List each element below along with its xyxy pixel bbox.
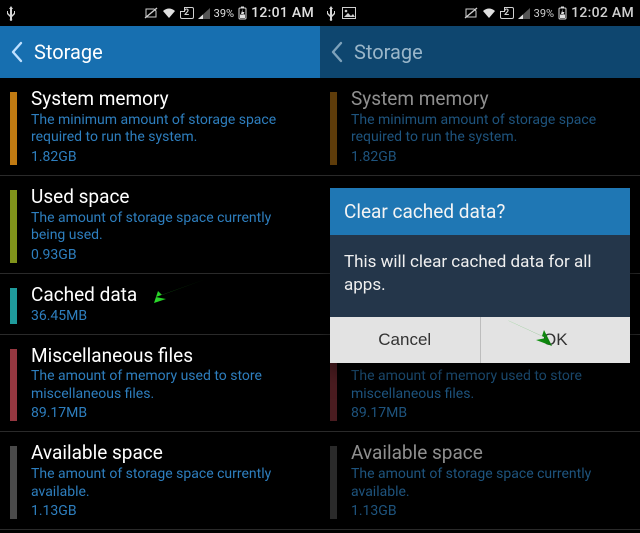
storage-list: System memory The minimum amount of stor… xyxy=(0,78,320,530)
cancel-button[interactable]: Cancel xyxy=(330,317,480,363)
row-system-memory[interactable]: System memory The minimum amount of stor… xyxy=(320,78,640,176)
sim-slot-icon: 2 xyxy=(180,7,194,19)
row-title: Available space xyxy=(31,442,308,464)
usb-icon xyxy=(326,5,336,21)
row-size: 1.82GB xyxy=(351,149,628,165)
status-bar: 2 39% 12:01 AM xyxy=(0,0,320,26)
sim-number: 2 xyxy=(504,8,509,18)
page-title: Storage xyxy=(354,40,423,64)
signal-icon xyxy=(518,8,530,19)
row-size: 89.17MB xyxy=(31,405,308,421)
usb-icon xyxy=(6,5,16,21)
back-icon[interactable] xyxy=(10,41,24,63)
swatch-avail xyxy=(330,446,337,519)
dialog-buttons: Cancel OK xyxy=(330,317,630,363)
wifi-icon xyxy=(162,8,176,19)
row-size: 0.93GB xyxy=(31,247,308,263)
swatch-used xyxy=(10,190,17,263)
row-desc: The amount of storage space currently be… xyxy=(31,210,308,245)
swatch-misc xyxy=(10,349,17,422)
sim-slot-icon: 2 xyxy=(500,7,514,19)
row-size: 1.13GB xyxy=(31,503,308,519)
swatch-cached xyxy=(10,288,17,324)
row-title: Available space xyxy=(351,442,628,464)
row-size: 89.17MB xyxy=(351,405,628,421)
row-title: System memory xyxy=(31,88,308,110)
swatch-avail xyxy=(10,446,17,519)
row-available-space[interactable]: Available space The amount of storage sp… xyxy=(0,432,320,530)
clear-cache-dialog: Clear cached data? This will clear cache… xyxy=(330,188,630,363)
row-desc: The amount of memory used to store misce… xyxy=(351,368,628,403)
back-icon[interactable] xyxy=(330,41,344,63)
row-size: 1.82GB xyxy=(31,149,308,165)
row-desc: The amount of storage space currently av… xyxy=(351,466,628,501)
app-header: Storage xyxy=(0,26,320,78)
row-desc: The amount of storage space currently av… xyxy=(31,466,308,501)
row-size: 36.45MB xyxy=(31,308,308,324)
row-title: Cached data xyxy=(31,284,308,306)
row-system-memory[interactable]: System memory The minimum amount of stor… xyxy=(0,78,320,176)
row-size: 1.13GB xyxy=(351,503,628,519)
clock: 12:01 AM xyxy=(251,5,314,21)
phone-left: 2 39% 12:01 AM Storage System mem xyxy=(0,0,320,533)
row-title: Miscellaneous files xyxy=(31,345,308,367)
row-misc-files[interactable]: Miscellaneous files The amount of memory… xyxy=(0,335,320,433)
row-cached-data[interactable]: Cached data 36.45MB xyxy=(0,274,320,335)
swatch-system xyxy=(330,92,337,165)
wifi-icon xyxy=(482,8,496,19)
battery-percent: 39% xyxy=(214,7,234,20)
clock: 12:02 AM xyxy=(571,5,634,21)
row-desc: The minimum amount of storage space requ… xyxy=(351,112,628,147)
battery-icon xyxy=(238,6,247,20)
no-sim-icon xyxy=(464,7,478,19)
status-bar: 2 39% 12:02 AM xyxy=(320,0,640,26)
row-used-space[interactable]: Used space The amount of storage space c… xyxy=(0,176,320,274)
battery-percent: 39% xyxy=(534,7,554,20)
app-header: Storage xyxy=(320,26,640,78)
image-icon xyxy=(342,7,356,19)
row-title: Used space xyxy=(31,186,308,208)
row-available-space[interactable]: Available space The amount of storage sp… xyxy=(320,432,640,530)
dialog-title: Clear cached data? xyxy=(330,188,630,235)
battery-icon xyxy=(558,6,567,20)
ok-button[interactable]: OK xyxy=(480,317,631,363)
sim-number: 2 xyxy=(184,8,189,18)
row-desc: The minimum amount of storage space requ… xyxy=(31,112,308,147)
signal-icon xyxy=(198,8,210,19)
row-title: System memory xyxy=(351,88,628,110)
no-sim-icon xyxy=(144,7,158,19)
swatch-system xyxy=(10,92,17,165)
dialog-body: This will clear cached data for all apps… xyxy=(330,235,630,317)
row-desc: The amount of memory used to store misce… xyxy=(31,368,308,403)
page-title: Storage xyxy=(34,40,103,64)
phone-right: 2 39% 12:02 AM Storage System mem xyxy=(320,0,640,533)
